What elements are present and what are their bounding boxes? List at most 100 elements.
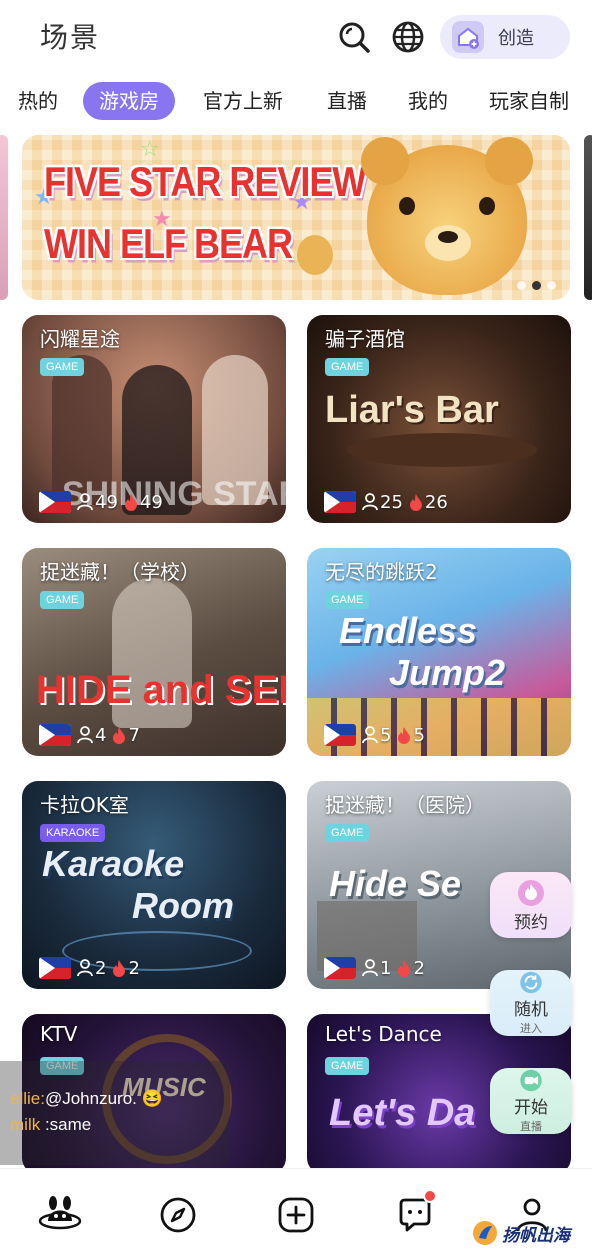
chat-username: ellie: — [10, 1089, 45, 1108]
chat-text: :same — [44, 1115, 92, 1134]
carousel-dot[interactable] — [517, 281, 526, 290]
bear-illustration — [361, 137, 533, 295]
person-icon — [77, 726, 93, 744]
start-sublabel: 直播 — [520, 1120, 542, 1133]
chat-username: milk — [10, 1115, 41, 1134]
laughing-emoji-icon: 😆 — [141, 1089, 163, 1108]
card-title: 捉迷藏！（学校） — [40, 560, 200, 584]
start-live-button[interactable]: 开始 直播 — [490, 1068, 572, 1134]
card-stats: 25 26 — [324, 491, 448, 513]
table-illustration — [347, 433, 537, 467]
carousel-dot[interactable] — [547, 281, 556, 290]
page-title: 场景 — [40, 21, 101, 54]
card-art-text: Let's Da — [329, 1092, 476, 1134]
flame-icon — [113, 960, 126, 977]
bear-ear — [485, 137, 533, 185]
camera-icon — [520, 1069, 542, 1092]
philippines-flag-icon — [324, 957, 356, 979]
random-enter-button[interactable]: 随机 进入 — [490, 970, 572, 1036]
card-art-text: Jump2 — [389, 652, 506, 693]
chat-text: @Johnzuro. — [44, 1089, 137, 1108]
player-count: 25 — [362, 492, 403, 513]
create-icon — [452, 21, 484, 53]
flame-icon — [398, 727, 411, 744]
card-art-text: Room — [132, 885, 234, 926]
banner-subheadline: WIN ELF BEAR — [44, 219, 293, 267]
card-tag: GAME — [325, 591, 370, 609]
header: 场景 创造 — [0, 0, 592, 74]
card-title: Let's Dance — [325, 1022, 442, 1046]
card-art-text: Endless — [339, 610, 478, 651]
start-label: 开始 — [514, 1098, 548, 1118]
reserve-button[interactable]: 预约 — [490, 872, 572, 938]
player-count: 4 — [77, 725, 106, 746]
card-tag: GAME — [40, 358, 85, 376]
game-card[interactable]: Liar's Bar 骗子酒馆 GAME 25 26 — [307, 315, 571, 523]
card-tag: GAME — [40, 591, 85, 609]
philippines-flag-icon — [39, 491, 71, 513]
create-label: 创造 — [498, 28, 534, 49]
nav-home[interactable] — [38, 1193, 82, 1237]
heat-count: 5 — [397, 725, 425, 746]
chat-message: ellie:@Johnzuro. 😆 — [10, 1089, 163, 1109]
carousel-dot-active[interactable] — [532, 281, 541, 290]
add-icon — [278, 1197, 314, 1233]
home-icon — [38, 1196, 82, 1230]
card-stats: 49 49 — [39, 491, 163, 513]
game-card[interactable]: HIDE and SEEK 捉迷藏！（学校） GAME 4 7 — [22, 548, 286, 756]
nav-discover[interactable] — [156, 1193, 200, 1237]
game-card[interactable]: Karaoke Room 卡拉OK室 KARAOKE 2 2 — [22, 781, 286, 989]
bear-eye — [479, 197, 495, 215]
carousel-indicator — [517, 281, 556, 290]
discover-icon — [160, 1197, 196, 1233]
person-icon — [77, 959, 93, 977]
random-sublabel: 进入 — [520, 1022, 542, 1035]
notification-badge — [423, 1189, 437, 1203]
globe-icon[interactable] — [389, 18, 427, 56]
card-art-text: Karaoke — [42, 843, 185, 884]
card-title: 骗子酒馆 — [325, 327, 405, 351]
person-icon — [77, 493, 93, 511]
person-icon — [362, 959, 378, 977]
tab-live[interactable]: 直播 — [327, 82, 367, 120]
live-chat-overlay: ellie:@Johnzuro. 😆 milk :same — [0, 1061, 230, 1165]
banner-slide[interactable]: ☆ ★ ★ ★ FIVE STAR REVIEW WIN ELF BEAR — [22, 135, 570, 300]
banner-carousel[interactable]: ☆ ★ ★ ★ FIVE STAR REVIEW WIN ELF BEAR — [0, 135, 592, 300]
nav-messages[interactable] — [393, 1189, 437, 1237]
bear-eye — [399, 197, 415, 215]
card-tag: GAME — [325, 824, 370, 842]
card-title: KTV — [40, 1022, 78, 1046]
banner-next-peek — [584, 135, 592, 300]
tab-official-new[interactable]: 官方上新 — [203, 82, 283, 120]
card-art-text: Hide Se — [329, 863, 462, 904]
nav-create[interactable] — [274, 1193, 318, 1237]
card-tag: KARAOKE — [40, 824, 106, 842]
card-tag: GAME — [325, 1057, 370, 1075]
sail-logo-icon — [473, 1221, 497, 1245]
card-stats: 4 7 — [39, 724, 140, 746]
tab-game-room[interactable]: 游戏房 — [83, 82, 175, 120]
small-bear-illustration — [297, 235, 333, 275]
player-count: 1 — [362, 958, 391, 979]
bear-nose — [438, 231, 458, 243]
card-stats: 5 5 — [324, 724, 425, 746]
flame-icon — [398, 960, 411, 977]
refresh-icon — [520, 971, 542, 994]
heat-count: 26 — [409, 492, 448, 513]
philippines-flag-icon — [39, 957, 71, 979]
person-icon — [362, 726, 378, 744]
heat-count: 2 — [397, 958, 425, 979]
category-tabs: 热的 游戏房 官方上新 直播 我的 玩家自制 — [0, 78, 592, 124]
card-title: 捉迷藏！（医院） — [325, 793, 485, 817]
heat-count: 2 — [112, 958, 140, 979]
game-card[interactable]: Endless Jump2 无尽的跳跃2 GAME 5 5 — [307, 548, 571, 756]
card-art-text: Liar's Bar — [325, 389, 499, 431]
search-icon[interactable] — [335, 18, 373, 56]
watermark-text: 扬帆出海 — [502, 1225, 570, 1246]
create-button[interactable]: 创造 — [440, 15, 570, 59]
card-title: 无尽的跳跃2 — [325, 560, 438, 584]
tab-mine[interactable]: 我的 — [408, 82, 448, 120]
tab-hot[interactable]: 热的 — [18, 82, 58, 120]
game-card[interactable]: SHINING STAR 闪耀星途 GAME 49 49 — [22, 315, 286, 523]
tab-player-made[interactable]: 玩家自制 — [489, 82, 569, 120]
